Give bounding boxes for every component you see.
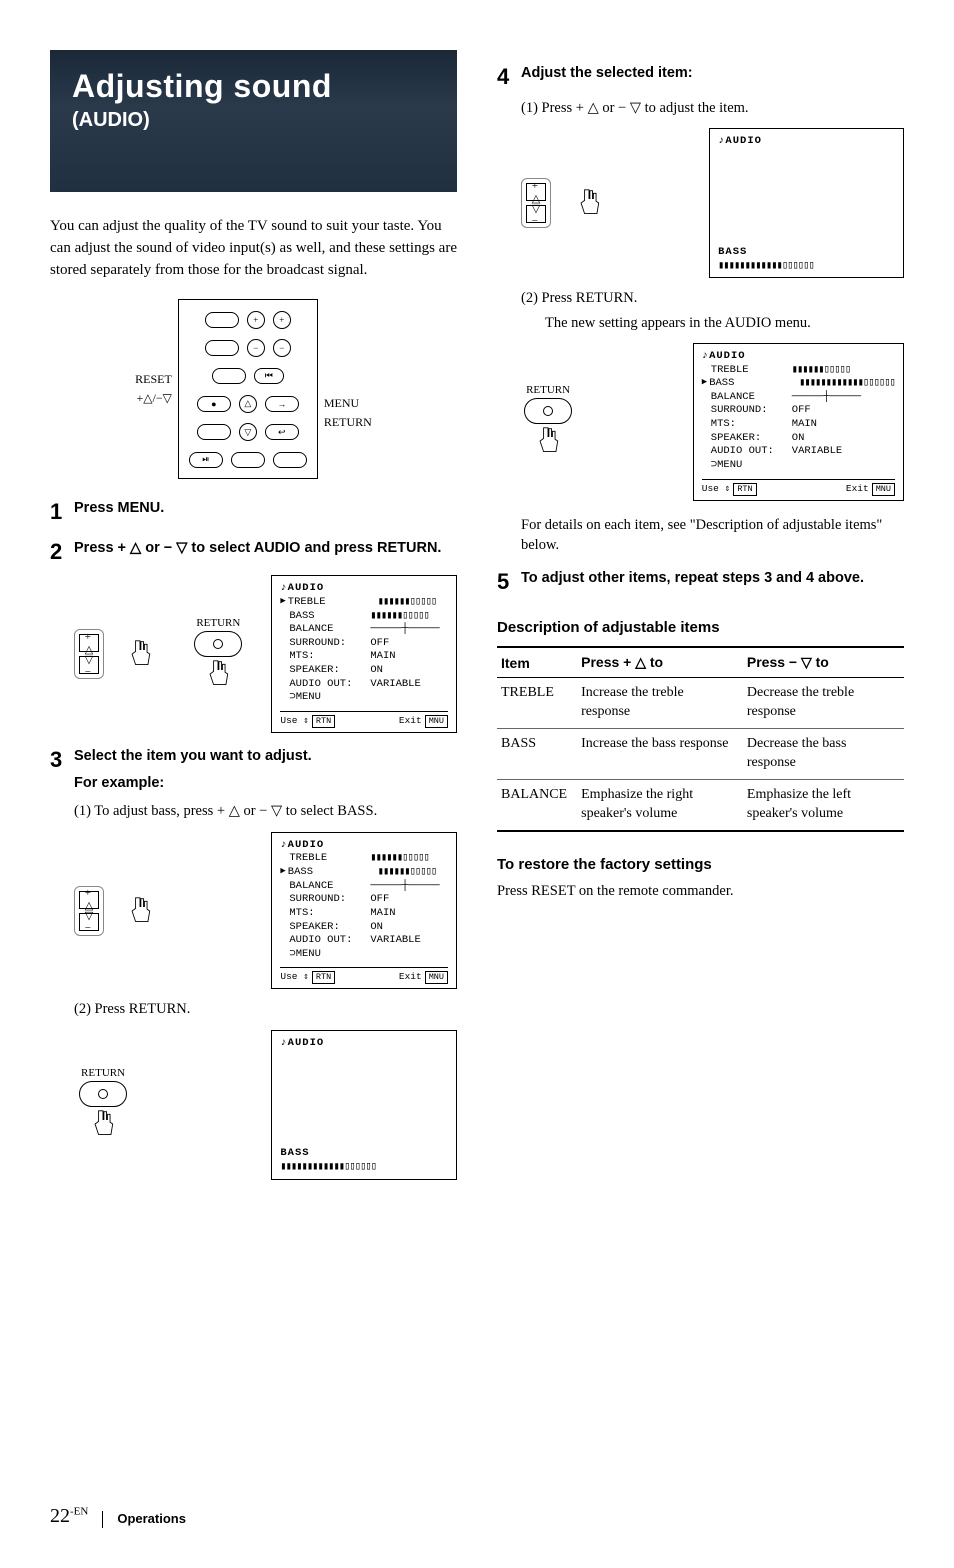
desc-table: Item Press + △ to Press − ▽ to TREBLE In… — [497, 646, 904, 831]
table-row: TREBLE Increase the treble response Decr… — [497, 678, 904, 729]
page-lang: -EN — [70, 1505, 88, 1517]
step-1-head: Press MENU. — [74, 500, 164, 516]
th-up: Press + △ to — [577, 647, 743, 678]
step-4-illustration-2: RETURN ♪AUDIO TREBLE▮▮▮▮▮▮▯▯▯▯▯ BASS▮▮▮▮… — [521, 343, 904, 501]
step-4-tail: For details on each item, see "Descripti… — [521, 515, 904, 556]
step-5: 5 To adjust other items, repeat steps 3 … — [497, 569, 904, 595]
step-4-num: 4 — [497, 64, 517, 90]
table-row: BASS Increase the bass response Decrease… — [497, 729, 904, 780]
hand-icon — [575, 188, 603, 218]
up-down-icon: +△▽− — [521, 178, 551, 228]
step-3-illustration-2: RETURN ♪AUDIO BASS ▮▮▮▮▮▮▮▮▮▮▮▮▯▯▯▯▯▯ — [74, 1030, 457, 1180]
step-3-line1: (1) To adjust bass, press + △ or − ▽ to … — [74, 801, 457, 821]
step-3-line2: (2) Press RETURN. — [74, 999, 457, 1019]
step-3-head: Select the item you want to adjust. — [74, 748, 312, 764]
page-footer: 22-EN Operations — [50, 1505, 186, 1528]
step-4-head: Adjust the selected item: — [521, 65, 693, 81]
step-5-num: 5 — [497, 569, 517, 595]
osd-screen-step2: ♪AUDIO TREBLE▮▮▮▮▮▮▯▯▯▯▯ BASS▮▮▮▮▮▮▯▯▯▯▯… — [271, 575, 457, 733]
step-5-head: To adjust other items, repeat steps 3 an… — [521, 570, 864, 586]
section-banner: Adjusting sound (AUDIO) — [50, 50, 457, 192]
footer-section: Operations — [102, 1511, 186, 1528]
step-4-line2: (2) Press RETURN. — [521, 288, 904, 308]
step-1: 1 Press MENU. — [50, 499, 457, 525]
return-label: RETURN — [189, 617, 247, 629]
up-down-icon: +△▽− — [74, 886, 104, 936]
osd-screen-step3b: ♪AUDIO BASS ▮▮▮▮▮▮▮▮▮▮▮▮▯▯▯▯▯▯ — [271, 1030, 457, 1180]
return-label: RETURN — [521, 384, 575, 396]
return-button-icon — [524, 398, 572, 424]
step-4: 4 Adjust the selected item: — [497, 64, 904, 90]
step-3-head2: For example: — [74, 775, 164, 791]
banner-subtitle: (AUDIO) — [72, 109, 435, 132]
return-button-icon — [79, 1081, 127, 1107]
intro-paragraph: You can adjust the quality of the TV sou… — [50, 216, 457, 281]
th-down: Press − ▽ to — [743, 647, 904, 678]
return-button-icon — [194, 631, 242, 657]
label-return: RETURN — [324, 413, 372, 432]
remote-diagram: RESET +△/−▽ ++ −− ⏮ ●△→ ▽↩ ⏯ MENU RETURN — [50, 299, 457, 479]
step-3-num: 3 — [50, 747, 70, 773]
label-reset: RESET — [135, 370, 172, 389]
hand-icon — [534, 426, 562, 456]
label-menu: MENU — [324, 394, 372, 413]
osd-screen-step3a: ♪AUDIO TREBLE▮▮▮▮▮▮▯▯▯▯▯ BASS▮▮▮▮▮▮▯▯▯▯▯… — [271, 832, 457, 990]
hand-icon — [126, 639, 154, 669]
label-plusminus: +△/−▽ — [135, 389, 172, 408]
up-down-icon: +△▽− — [74, 629, 104, 679]
page-number: 22 — [50, 1505, 70, 1527]
th-item: Item — [497, 647, 577, 678]
step-2-illustration: +△▽− RETURN ♪AUDIO TREBLE▮▮▮▮▮▮▯▯▯▯▯ BAS… — [74, 575, 457, 733]
step-4-illustration-1: +△▽− ♪AUDIO BASS ▮▮▮▮▮▮▮▮▮▮▮▮▯▯▯▯▯▯ — [521, 128, 904, 278]
osd-screen-step4a: ♪AUDIO BASS ▮▮▮▮▮▮▮▮▮▮▮▮▯▯▯▯▯▯ — [709, 128, 904, 278]
step-3-illustration-1: +△▽− ♪AUDIO TREBLE▮▮▮▮▮▮▯▯▯▯▯ BASS▮▮▮▮▮▮… — [74, 832, 457, 990]
hand-icon — [126, 896, 154, 926]
remote-body: ++ −− ⏮ ●△→ ▽↩ ⏯ — [178, 299, 318, 479]
banner-title: Adjusting sound — [72, 68, 435, 105]
hand-icon — [204, 659, 232, 689]
step-2-num: 2 — [50, 539, 70, 565]
table-row: BALANCE Emphasize the right speaker's vo… — [497, 779, 904, 830]
restore-title: To restore the factory settings — [497, 856, 904, 873]
step-1-num: 1 — [50, 499, 70, 525]
restore-text: Press RESET on the remote commander. — [497, 883, 904, 900]
step-2: 2 Press + △ or − ▽ to select AUDIO and p… — [50, 539, 457, 565]
step-2-head: Press + △ or − ▽ to select AUDIO and pre… — [74, 540, 441, 556]
osd-screen-step4b: ♪AUDIO TREBLE▮▮▮▮▮▮▯▯▯▯▯ BASS▮▮▮▮▮▮▮▮▮▮▮… — [693, 343, 904, 501]
step-3: 3 Select the item you want to adjust. Fo… — [50, 747, 457, 793]
step-4-line1: (1) Press + △ or − ▽ to adjust the item. — [521, 98, 904, 118]
return-label: RETURN — [74, 1067, 132, 1079]
step-4-line3: The new setting appears in the AUDIO men… — [545, 313, 904, 333]
hand-icon — [89, 1109, 117, 1139]
desc-title: Description of adjustable items — [497, 619, 904, 636]
